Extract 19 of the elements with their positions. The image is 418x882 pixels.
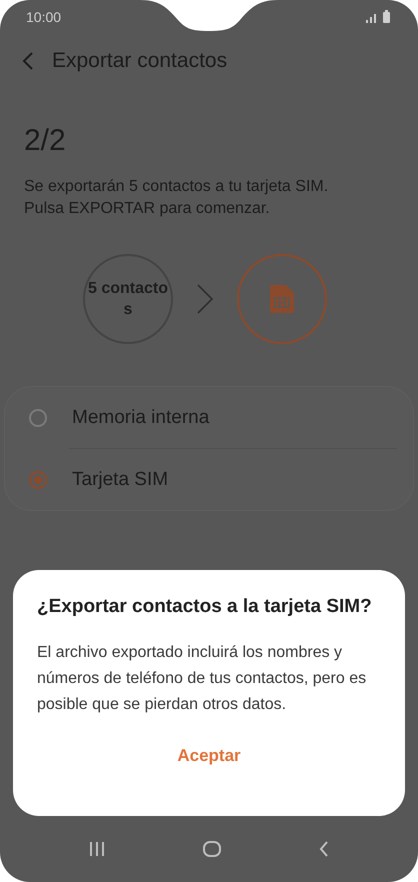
option-label: Memoria interna (72, 406, 210, 428)
accept-button[interactable]: Aceptar (161, 738, 257, 774)
radio-button[interactable] (29, 470, 47, 488)
back-icon[interactable] (319, 841, 329, 857)
description-text: Se exportarán 5 contactos a tu tarjeta SIM. Pulsa EXPORTAR para comenzar. (24, 177, 330, 219)
recent-apps-icon[interactable] (89, 842, 105, 856)
chevron-right-icon (197, 284, 213, 314)
radio-button[interactable] (29, 408, 47, 426)
dialog-message: El archivo exportado incluirá los nombres y números de teléfono de tus contactos, pero es posible que se pierdan otros datos. (37, 643, 368, 715)
signal-battery-icon (366, 10, 392, 24)
option-label: Tarjeta SIM (72, 468, 168, 490)
step-counter: 2/2 (23, 123, 67, 158)
dialog-title: ¿Exportar contactos a la tarjeta SIM? (37, 596, 373, 618)
back-button[interactable] (22, 52, 34, 70)
home-icon[interactable] (203, 841, 221, 857)
sim-card-icon (270, 285, 294, 313)
status-time: 10:00 (26, 9, 62, 25)
contacts-count: 5 contactos (86, 279, 169, 320)
page-title: Exportar contactos (52, 49, 228, 73)
